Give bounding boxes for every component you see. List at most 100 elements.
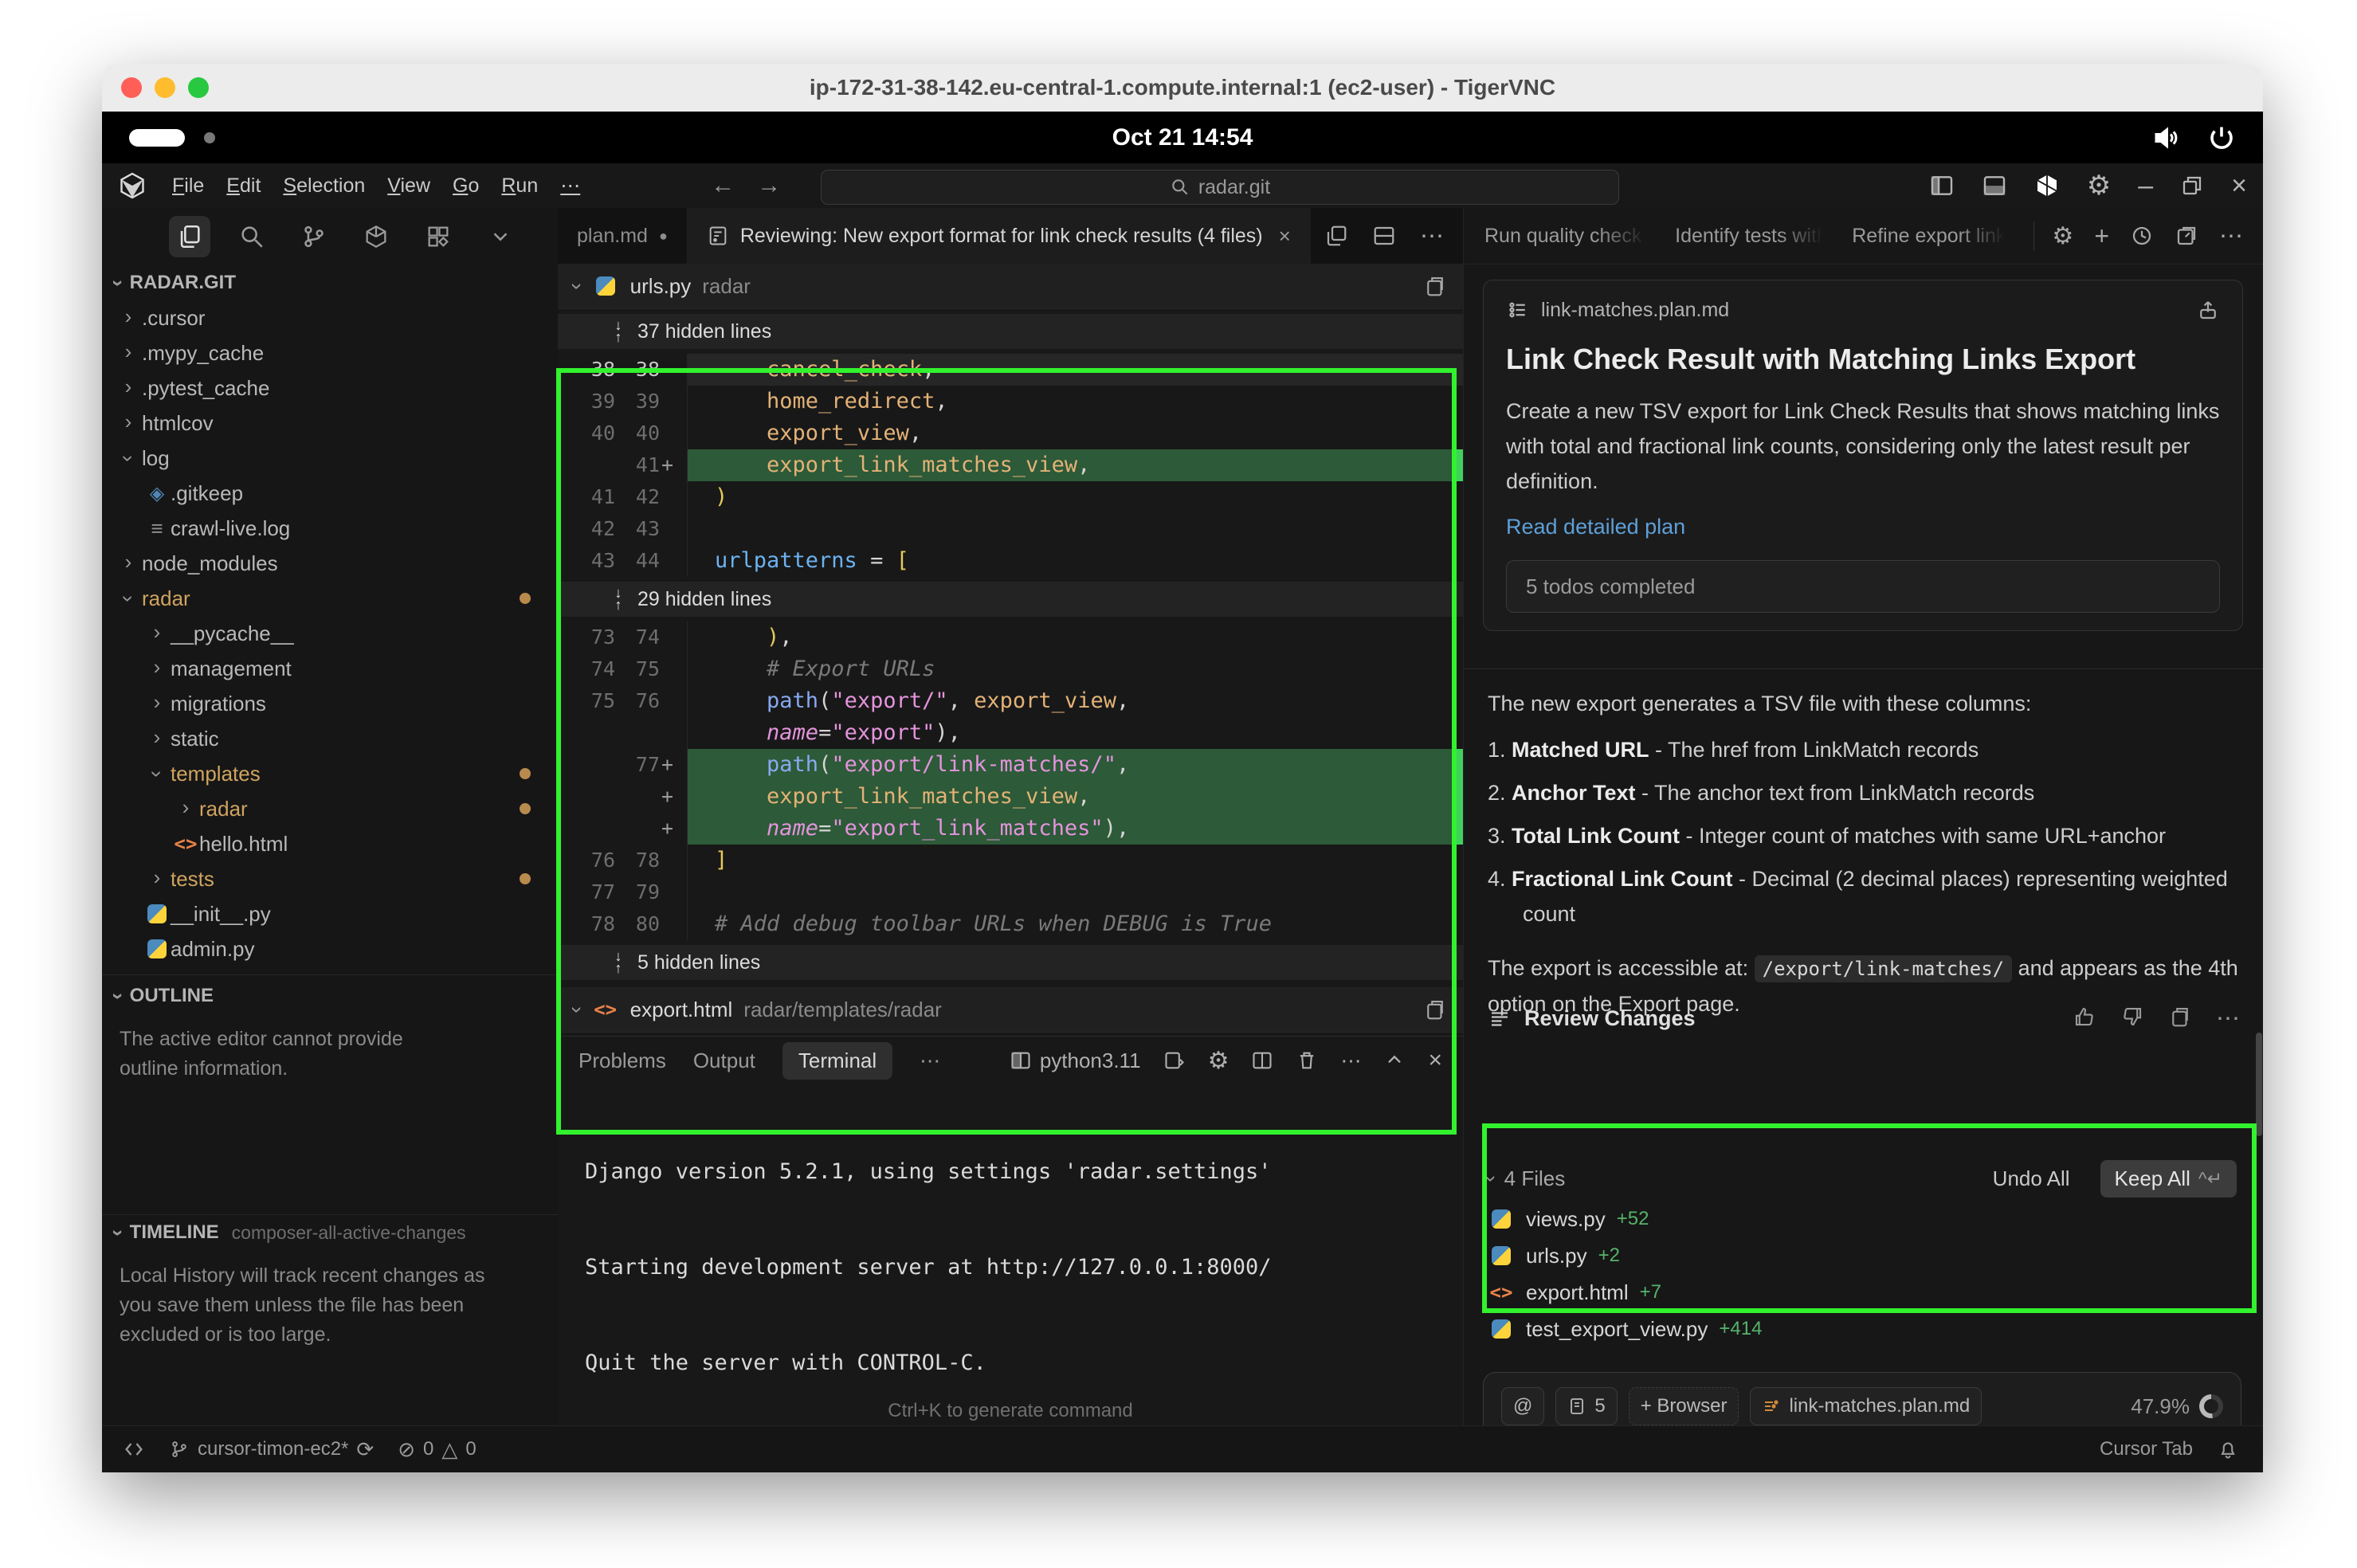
plan-file-chip[interactable]: link-matches.plan.md: [1750, 1387, 1982, 1425]
keep-all-button[interactable]: Keep All^↵: [2100, 1160, 2237, 1198]
close-tab-icon[interactable]: ×: [1279, 224, 1291, 249]
activity-more-chevron-icon[interactable]: [480, 216, 521, 257]
volume-icon[interactable]: [2151, 123, 2180, 152]
code-line[interactable]: 3939 home_redirect,: [558, 386, 1463, 417]
diff-file-header-export[interactable]: › export.html radar/templates/radar: [558, 987, 1463, 1033]
menu-more[interactable]: ⋯: [560, 174, 580, 198]
code-line[interactable]: + name="export_link_matches"),: [558, 813, 1463, 845]
tree-item-tests[interactable]: ›tests: [102, 861, 558, 896]
chat-tab-1[interactable]: Run quality check an: [1484, 225, 1646, 248]
code-line[interactable]: 7475 # Export URLs: [558, 653, 1463, 685]
changed-file-test_export_view.py[interactable]: test_export_view.py+414: [1488, 1311, 2237, 1347]
nav-back-icon[interactable]: ←: [711, 172, 735, 199]
chat-history-icon[interactable]: [2130, 224, 2154, 248]
menu-view[interactable]: View: [387, 174, 430, 198]
tree-item-radar[interactable]: ›radar: [102, 581, 558, 616]
menu-edit[interactable]: Edit: [226, 174, 261, 198]
problems-status[interactable]: ⊘0 △0: [398, 1437, 476, 1462]
tree-item-htmlcov[interactable]: ›htmlcov: [102, 406, 558, 441]
terminal-settings-icon[interactable]: ⚙: [1208, 1047, 1229, 1075]
split-terminal-icon[interactable]: [1251, 1049, 1273, 1072]
code-line[interactable]: + export_link_matches_view,: [558, 781, 1463, 813]
close-app-icon[interactable]: ×: [2231, 171, 2247, 202]
menu-go[interactable]: Go: [453, 174, 479, 198]
code-line[interactable]: 7779: [558, 876, 1463, 908]
review-changes-row[interactable]: Review Changes ⋯: [1488, 1005, 2240, 1033]
copy-response-icon[interactable]: [2168, 1005, 2192, 1033]
thumbs-up-icon[interactable]: [2073, 1005, 2096, 1033]
code-line[interactable]: 4344urlpatterns = [: [558, 545, 1463, 577]
tree-item-.gitkeep[interactable]: .gitkeep: [102, 476, 558, 511]
git-branch-status[interactable]: cursor-timon-ec2* ⟳: [169, 1437, 374, 1462]
power-icon[interactable]: [2207, 123, 2236, 152]
undo-all-button[interactable]: Undo All: [1993, 1166, 2070, 1191]
settings-gear-icon[interactable]: ⚙: [2087, 170, 2111, 202]
nav-forward-icon[interactable]: →: [757, 172, 781, 199]
kill-terminal-icon[interactable]: [1296, 1049, 1318, 1072]
tree-item-.cursor[interactable]: ›.cursor: [102, 300, 558, 335]
close-panel-icon[interactable]: ×: [1428, 1047, 1442, 1074]
terminal-more-icon[interactable]: ⋯: [1340, 1049, 1361, 1073]
chat-tab-2[interactable]: Identify tests with e: [1675, 225, 1823, 248]
restore-icon[interactable]: [2180, 174, 2204, 198]
cursor-tab-status[interactable]: Cursor Tab: [2100, 1438, 2193, 1460]
tree-item-.pytest_cache[interactable]: ›.pytest_cache: [102, 370, 558, 406]
minimize-icon[interactable]: –: [2138, 171, 2153, 202]
tab-plan-md[interactable]: plan.md●: [558, 208, 688, 264]
extensions-cube-icon[interactable]: [355, 216, 397, 257]
hidden-lines-band[interactable]: ↓↑29 hidden lines: [558, 582, 1463, 617]
tree-item-crawl-live.log[interactable]: crawl-live.log: [102, 511, 558, 546]
grid-view-icon[interactable]: [418, 216, 459, 257]
open-in-editor-icon[interactable]: [2175, 224, 2198, 248]
code-line[interactable]: 7880# Add debug toolbar URLs when DEBUG …: [558, 908, 1463, 940]
code-line[interactable]: 3838 cancel_check,: [558, 354, 1463, 386]
tree-item-.mypy_cache[interactable]: ›.mypy_cache: [102, 335, 558, 370]
tree-item-hello.html[interactable]: hello.html: [102, 826, 558, 861]
export-plan-icon[interactable]: [2196, 298, 2220, 322]
new-chat-icon[interactable]: +: [2094, 221, 2109, 251]
hidden-lines-band[interactable]: ↓↑5 hidden lines: [558, 945, 1463, 980]
menu-selection[interactable]: Selection: [283, 174, 365, 198]
review-more-icon[interactable]: ⋯: [2216, 1005, 2240, 1033]
tree-item-__pycache__[interactable]: ›__pycache__: [102, 616, 558, 651]
tree-item-admin.py[interactable]: admin.py: [102, 931, 558, 966]
copy-file-icon[interactable]: [1423, 998, 1447, 1021]
tree-item-static[interactable]: ›static: [102, 721, 558, 756]
tab-problems[interactable]: Problems: [578, 1049, 666, 1073]
outline-header[interactable]: ›OUTLINE: [102, 978, 558, 1013]
tree-item-node_modules[interactable]: ›node_modules: [102, 546, 558, 581]
tree-item-__init__.py[interactable]: __init__.py: [102, 896, 558, 931]
open-changes-icon[interactable]: [1324, 224, 1348, 248]
code-line[interactable]: 77+ path("export/link-matches/",: [558, 749, 1463, 781]
code-line[interactable]: 41+ export_link_matches_view,: [558, 449, 1463, 481]
tree-item-templates[interactable]: ›templates: [102, 756, 558, 791]
panel-scrollbar[interactable]: [2256, 1033, 2262, 1136]
timeline-header[interactable]: ›TIMELINE composer-all-active-changes: [102, 1215, 558, 1250]
add-browser-chip[interactable]: + Browser: [1629, 1387, 1739, 1425]
tree-item-radar[interactable]: ›radar: [102, 791, 558, 826]
source-control-icon[interactable]: [293, 216, 335, 257]
menu-run[interactable]: Run: [501, 174, 538, 198]
diff-rows[interactable]: ↓↑37 hidden lines3838 cancel_check,3939 …: [558, 314, 1463, 980]
todos-collapsed[interactable]: 5 todos completed: [1506, 560, 2220, 613]
explorer-root-header[interactable]: ›RADAR.GIT: [102, 265, 558, 300]
code-line[interactable]: 4142): [558, 481, 1463, 513]
diff-file-header-urls[interactable]: › urls.py radar: [558, 264, 1463, 309]
explorer-icon[interactable]: [169, 216, 210, 257]
remote-indicator-icon[interactable]: [123, 1438, 145, 1460]
panel-more-icon[interactable]: ⋯: [920, 1049, 940, 1073]
chat-settings-icon[interactable]: ⚙: [2052, 222, 2073, 250]
notifications-bell-icon[interactable]: [2217, 1438, 2239, 1460]
menu-file[interactable]: File: [172, 174, 204, 198]
code-line[interactable]: 4243: [558, 513, 1463, 545]
changed-file-urls.py[interactable]: urls.py+2: [1488, 1237, 2237, 1274]
search-view-icon[interactable]: [231, 216, 273, 257]
tree-item-management[interactable]: ›management: [102, 651, 558, 686]
thumbs-down-icon[interactable]: [2120, 1005, 2144, 1033]
maximize-panel-icon[interactable]: [1383, 1049, 1406, 1072]
toggle-sidebar-icon[interactable]: [1929, 173, 1955, 198]
chat-tab-3[interactable]: Refine export links f: [1852, 225, 2005, 248]
tree-item-migrations[interactable]: ›migrations: [102, 686, 558, 721]
editor-more-icon[interactable]: ⋯: [1420, 222, 1444, 250]
code-line[interactable]: 4040 export_view,: [558, 417, 1463, 449]
